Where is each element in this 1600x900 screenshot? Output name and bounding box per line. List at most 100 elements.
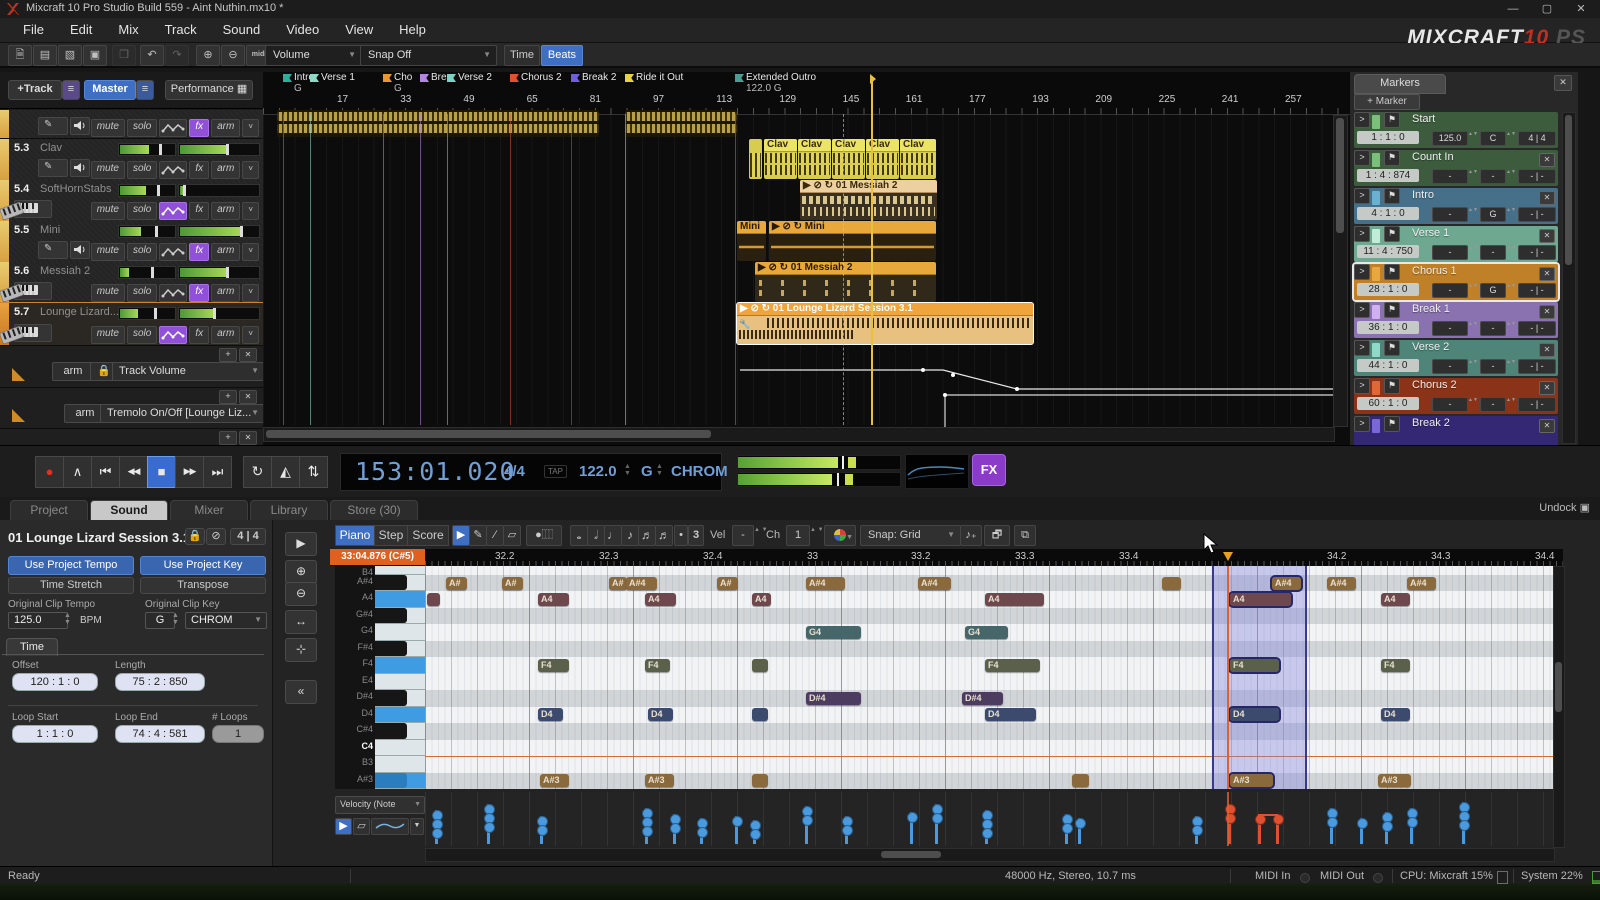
length-field[interactable]: 75 : 2 : 850	[115, 673, 205, 691]
velocity-handle[interactable]	[1075, 818, 1086, 829]
marker-key[interactable]: G	[1480, 207, 1506, 222]
marker-key-spinner[interactable]: ▲▼	[1506, 131, 1513, 144]
clip-clav[interactable]: Clav	[764, 139, 797, 179]
clip-clavstub[interactable]	[749, 139, 762, 179]
midi-note-F4[interactable]: F4	[645, 659, 670, 672]
arrange-vscroll-thumb[interactable]	[1336, 118, 1344, 233]
piano-key-E4[interactable]: E4	[335, 674, 425, 690]
track-arm-button[interactable]: arm	[211, 119, 240, 137]
marker-color-swatch[interactable]	[1372, 191, 1380, 205]
midi-note-As3[interactable]: A#3	[645, 774, 674, 787]
pr-color-select[interactable]: ▼	[824, 525, 856, 546]
marker-expand-button[interactable]: >	[1354, 112, 1370, 128]
marker-timesig[interactable]: - | -	[1518, 397, 1556, 412]
marker-key-spinner[interactable]: ▲▼	[1506, 283, 1513, 296]
pr-duration-5[interactable]: ♬	[655, 525, 673, 546]
velocity-stem[interactable]	[487, 804, 490, 844]
midi-note-As4[interactable]: A#	[502, 577, 523, 590]
marker-key-spinner[interactable]: ▲▼	[1506, 321, 1513, 334]
marker-flag-icon[interactable]: ⚑	[1384, 112, 1400, 128]
pr-vel-value[interactable]: -	[732, 525, 754, 546]
midi-note-As3[interactable]: A#3	[1378, 774, 1411, 787]
marker-tempo[interactable]: -	[1432, 397, 1468, 412]
track-pan-slider[interactable]	[178, 184, 260, 197]
track-volume-slider[interactable]	[118, 266, 176, 279]
orig-tempo-field[interactable]: 125.0	[8, 612, 68, 629]
marker-timesig[interactable]: 4 | 4	[1518, 131, 1556, 146]
track-solo-button[interactable]: solo	[127, 161, 157, 179]
velocity-stem[interactable]	[1462, 802, 1465, 844]
snap-select[interactable]: Snap Off▼	[360, 45, 497, 66]
piano-key-Ds4[interactable]: D#4	[335, 690, 425, 706]
clip-clav[interactable]: Clav	[798, 139, 831, 179]
marker-delete-button[interactable]: ✕	[1539, 191, 1555, 205]
marker-color-swatch[interactable]	[1372, 305, 1380, 319]
pr-ch-spinner[interactable]: ▲ ▼	[810, 527, 824, 533]
marker-tempo[interactable]: -	[1432, 283, 1468, 298]
lane-close-button[interactable]: ✕	[239, 348, 257, 362]
note-grid[interactable]: A#A#A#A#4A#A#4A#4A#4A#4A#4A4A4A4A4A4A4G4…	[425, 566, 1553, 789]
transport-to-start-button[interactable]: ⏮	[91, 456, 120, 488]
piano-key-B3[interactable]: B3	[335, 756, 425, 772]
marker-expand-button[interactable]: >	[1354, 226, 1370, 242]
markers-scrollbar[interactable]	[1562, 112, 1576, 444]
piano-key-Gs4[interactable]: G#4	[335, 608, 425, 624]
marker-card-start[interactable]: >⚑Start1 : 1 : 0125.0▲▼C▲▼4 | 4	[1354, 112, 1558, 148]
midi-note-A4[interactable]: A4	[538, 593, 569, 606]
lane-param-select[interactable]: Track Volume▼	[112, 362, 264, 381]
pr-clef-button[interactable]: ♪₊	[960, 525, 982, 546]
marker-tempo[interactable]: -	[1432, 169, 1468, 184]
pr-select-tool[interactable]: ▶	[452, 525, 470, 546]
marker-color-swatch[interactable]	[1372, 381, 1380, 395]
marker-color-swatch[interactable]	[1372, 267, 1380, 281]
dock-tab-library[interactable]: Library	[250, 500, 328, 521]
velocity-stem[interactable]	[1276, 814, 1279, 844]
midi-note-As4[interactable]	[1162, 577, 1181, 590]
marker-flag-icon[interactable]: ⚑	[1384, 226, 1400, 242]
open-folder-icon[interactable]: ▤	[33, 45, 57, 66]
velocity-handle[interactable]	[1327, 817, 1338, 828]
marker-card-verse-1[interactable]: >⚑Verse 1✕11 : 4 : 750-▲▼-▲▼- | -	[1354, 226, 1558, 262]
velocity-handle[interactable]	[907, 812, 918, 823]
save-icon[interactable]: ▣	[83, 45, 107, 66]
track-pan-slider[interactable]	[178, 225, 260, 238]
velocity-stem[interactable]	[1410, 808, 1413, 844]
transport-record-button[interactable]: ●	[35, 456, 64, 488]
midi-note-F4[interactable]: F4	[985, 659, 1040, 672]
marker-tempo[interactable]: -	[1432, 207, 1468, 222]
track-pan-slider[interactable]	[178, 266, 260, 279]
marker-flag-icon[interactable]: ⚑	[1384, 188, 1400, 204]
track-options-chevron[interactable]: ˅	[242, 243, 259, 261]
editor-collapse-button[interactable]: «	[285, 680, 317, 704]
track-volume-slider[interactable]	[118, 184, 176, 197]
transport-metronome-button[interactable]: ◭	[271, 456, 300, 488]
marker-key-spinner[interactable]: ▲▼	[1506, 169, 1513, 182]
velocity-tool-chevron[interactable]: ▼	[410, 818, 424, 835]
velocity-handle[interactable]	[932, 813, 943, 824]
marker-color-swatch[interactable]	[1372, 419, 1380, 433]
midi-note-As4[interactable]: A#4	[1272, 577, 1301, 590]
velocity-handle[interactable]	[432, 828, 443, 839]
scale-select[interactable]: CHROM▼	[185, 612, 267, 629]
menu-view[interactable]: View	[332, 18, 386, 41]
dock-tab-mixer[interactable]: Mixer	[170, 500, 248, 521]
marker-key-spinner[interactable]: ▲▼	[1506, 207, 1513, 220]
midi-note-A4[interactable]	[427, 593, 440, 606]
transport-stop-button[interactable]: ■	[147, 456, 176, 488]
menu-file[interactable]: File	[10, 18, 57, 41]
midi-note-As4[interactable]: A#	[446, 577, 467, 590]
velocity-stem[interactable]	[805, 806, 808, 844]
marker-flag-icon[interactable]: ⚑	[1384, 302, 1400, 318]
piano-key-C4[interactable]: C4	[335, 740, 425, 756]
marker-key[interactable]: -	[1480, 359, 1506, 374]
marker-delete-button[interactable]: ✕	[1539, 343, 1555, 357]
marker-card-verse-2[interactable]: >⚑Verse 2✕44 : 1 : 0-▲▼-▲▼- | -	[1354, 340, 1558, 376]
velocity-handle[interactable]	[670, 823, 681, 834]
clip-sig[interactable]: 4 | 4	[230, 528, 266, 545]
marker-tempo-spinner[interactable]: ▲▼	[1468, 321, 1475, 334]
transport-rewind-button[interactable]: ◀◀	[119, 456, 148, 488]
piano-key-D4[interactable]: D4	[335, 707, 425, 723]
offset-field[interactable]: 120 : 1 : 0	[12, 673, 98, 691]
midi-note-As3[interactable]: A#3	[1230, 774, 1273, 787]
velocity-lane[interactable]	[425, 792, 1553, 846]
